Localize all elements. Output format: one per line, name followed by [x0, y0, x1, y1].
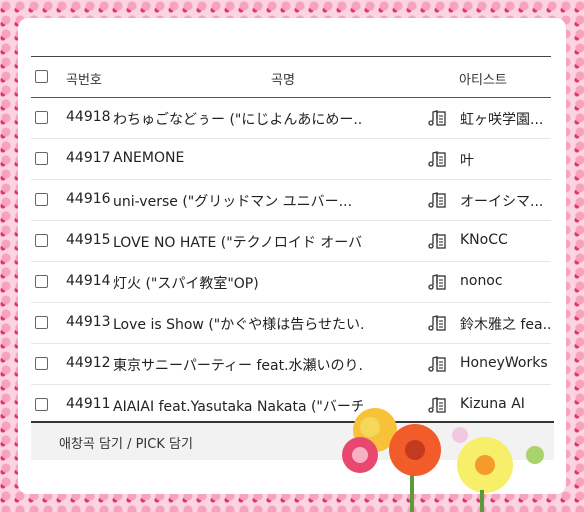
- song-number: 44915: [66, 232, 111, 248]
- song-checkbox[interactable]: [35, 275, 48, 288]
- song-title[interactable]: 灯火 ("スパイ教室"OP): [113, 273, 363, 293]
- artist-name[interactable]: オーイシマ...: [460, 191, 550, 211]
- song-row[interactable]: 44918 わちゅごなどぅー ("にじよんあにめー.. 虹ヶ咲学園...: [31, 98, 551, 139]
- select-all-checkbox[interactable]: [35, 70, 48, 83]
- song-row[interactable]: 44917 ANEMONE 叶: [31, 139, 551, 180]
- song-row[interactable]: 44914 灯火 ("スパイ教室"OP) nonoc: [31, 262, 551, 303]
- music-lyrics-icon[interactable]: [428, 231, 448, 251]
- music-lyrics-icon[interactable]: [428, 354, 448, 374]
- artist-name[interactable]: 虹ヶ咲学園...: [460, 109, 550, 129]
- song-checkbox[interactable]: [35, 111, 48, 124]
- music-lyrics-icon[interactable]: [428, 149, 448, 169]
- song-number: 44913: [66, 314, 111, 330]
- song-number: 44914: [66, 273, 111, 289]
- song-checkbox[interactable]: [35, 152, 48, 165]
- song-title[interactable]: わちゅごなどぅー ("にじよんあにめー..: [113, 109, 363, 129]
- song-number: 44916: [66, 191, 111, 207]
- music-lyrics-icon[interactable]: [428, 313, 448, 333]
- song-number: 44918: [66, 109, 111, 125]
- song-checkbox[interactable]: [35, 193, 48, 206]
- song-checkbox[interactable]: [35, 234, 48, 247]
- song-number: 44912: [66, 355, 111, 371]
- artist-name[interactable]: 叶: [460, 150, 550, 170]
- song-title[interactable]: 東京サニーパーティー feat.水瀬いのり..: [113, 355, 363, 375]
- song-checkbox[interactable]: [35, 316, 48, 329]
- song-row[interactable]: 44913 Love is Show ("かぐや様は告らせたい.. 鈴木雅之 fea…: [31, 303, 551, 344]
- song-number: 44917: [66, 150, 111, 166]
- song-row[interactable]: 44915 LOVE NO HATE ("テクノロイド オーバ.. KNoCC: [31, 221, 551, 262]
- song-number: 44911: [66, 396, 111, 412]
- artist-name[interactable]: nonoc: [460, 273, 550, 289]
- song-row[interactable]: 44916 uni-verse ("グリッドマン ユニバー... オーイシマ...: [31, 180, 551, 221]
- song-title[interactable]: ANEMONE: [113, 150, 363, 166]
- flower-decoration: [342, 408, 544, 512]
- table-header: 곡번호 곡명 아티스트: [31, 57, 551, 98]
- song-row[interactable]: 44912 東京サニーパーティー feat.水瀬いのり.. HoneyWorks: [31, 344, 551, 385]
- artist-name[interactable]: 鈴木雅之 fea...: [460, 314, 550, 334]
- header-artist: 아티스트: [459, 73, 507, 88]
- song-title[interactable]: Love is Show ("かぐや様は告らせたい..: [113, 314, 363, 334]
- header-song-title: 곡명: [271, 73, 295, 88]
- song-title[interactable]: LOVE NO HATE ("テクノロイド オーバ..: [113, 232, 363, 252]
- song-checkbox[interactable]: [35, 398, 48, 411]
- music-lyrics-icon[interactable]: [428, 108, 448, 128]
- song-title[interactable]: AIAIAI feat.Yasutaka Nakata ("バーチャ..: [113, 396, 363, 416]
- artist-name[interactable]: KNoCC: [460, 232, 550, 248]
- song-title[interactable]: uni-verse ("グリッドマン ユニバー...: [113, 191, 363, 211]
- artist-name[interactable]: HoneyWorks: [460, 355, 550, 371]
- song-table: 곡번호 곡명 아티스트 44918 わちゅごなどぅー ("にじよんあにめー.. 虹ヶ…: [31, 56, 551, 426]
- song-checkbox[interactable]: [35, 357, 48, 370]
- header-song-number: 곡번호: [66, 73, 102, 88]
- add-favorite-pick-button[interactable]: 애창곡 담기 / PICK 담기: [59, 433, 193, 452]
- music-lyrics-icon[interactable]: [428, 190, 448, 210]
- music-lyrics-icon[interactable]: [428, 272, 448, 292]
